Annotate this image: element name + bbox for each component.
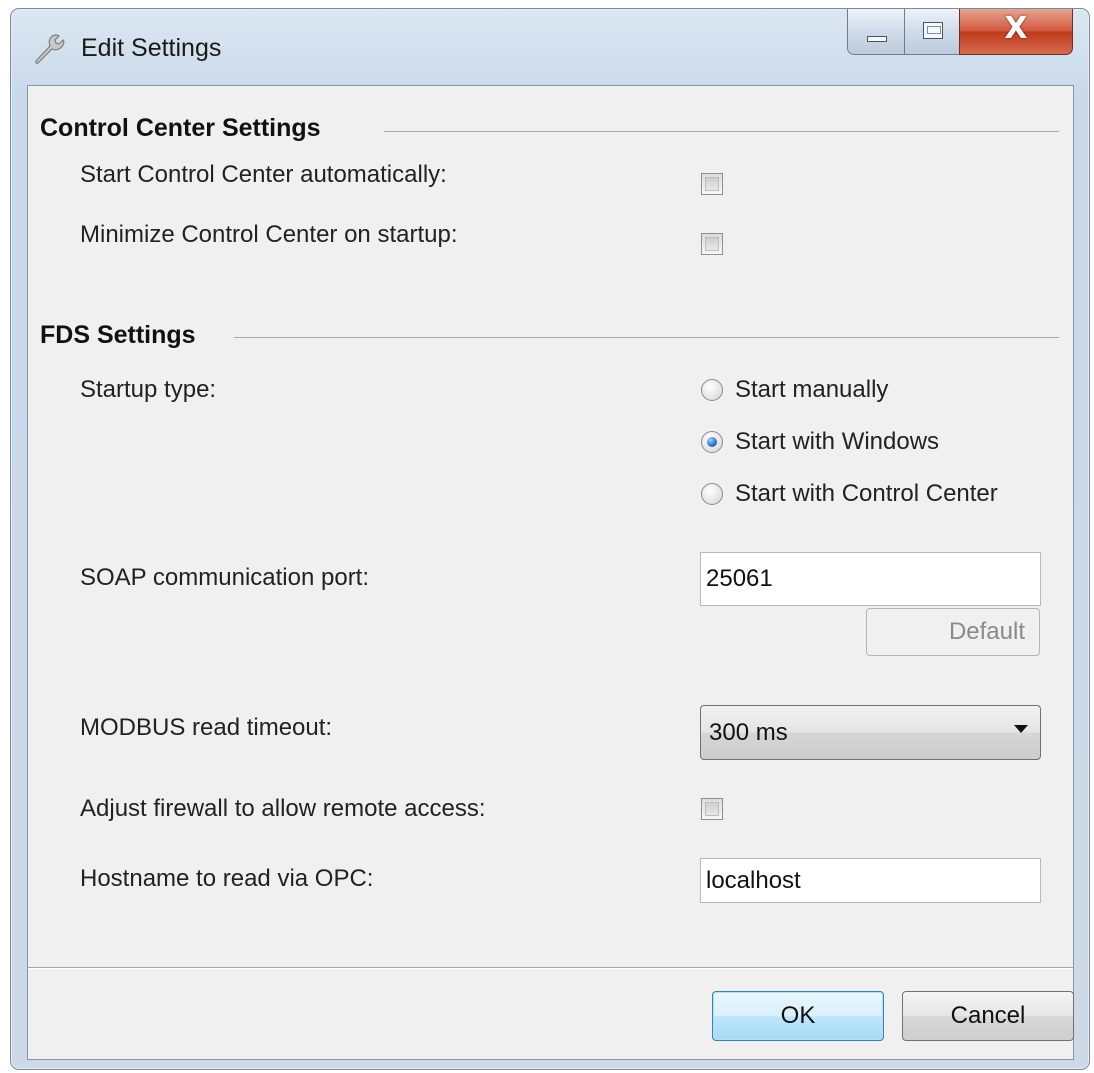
chevron-down-icon — [1014, 725, 1028, 733]
minimize-icon — [867, 36, 887, 42]
window-title: Edit Settings — [81, 34, 222, 62]
hostname-input[interactable]: localhost — [700, 858, 1041, 903]
radio-start-manually-button[interactable] — [701, 379, 723, 401]
modbus-timeout-value: 300 ms — [709, 718, 788, 746]
modbus-timeout-label: MODBUS read timeout: — [80, 714, 333, 741]
radio-start-control-center-label: Start with Control Center — [735, 480, 998, 507]
minimize-startup-label: Minimize Control Center on startup: — [80, 221, 458, 248]
modbus-timeout-select[interactable]: 300 ms — [700, 705, 1041, 760]
fds-group-line — [234, 337, 1059, 338]
ok-button[interactable]: OK — [712, 991, 884, 1041]
close-icon: X — [1004, 11, 1028, 46]
startup-type-label: Startup type: — [80, 376, 217, 403]
maximize-icon — [923, 22, 943, 39]
close-button[interactable]: X — [959, 9, 1073, 55]
edit-settings-window: Edit Settings X Control Center Settings … — [10, 8, 1090, 1070]
radio-start-control-center[interactable]: Start with Control Center — [701, 480, 998, 508]
minimize-button[interactable] — [847, 9, 905, 55]
title-bar[interactable]: Edit Settings X — [11, 9, 1089, 85]
fds-group-header: FDS Settings — [40, 321, 196, 349]
control-center-group-header: Control Center Settings — [40, 114, 321, 142]
default-button[interactable]: Default — [866, 608, 1040, 656]
radio-start-control-center-button[interactable] — [701, 483, 723, 505]
firewall-checkbox[interactable] — [701, 798, 723, 820]
soap-port-input[interactable]: 25061 — [700, 552, 1041, 606]
minimize-startup-checkbox[interactable] — [701, 233, 723, 255]
radio-start-windows[interactable]: Start with Windows — [701, 428, 939, 456]
maximize-button[interactable] — [904, 9, 960, 55]
radio-start-windows-label: Start with Windows — [735, 428, 940, 455]
dialog-body: Control Center Settings Start Control Ce… — [27, 85, 1074, 1060]
caption-buttons: X — [847, 9, 1073, 57]
cancel-button[interactable]: Cancel — [902, 991, 1074, 1041]
firewall-label: Adjust firewall to allow remote access: — [80, 795, 486, 822]
soap-port-label: SOAP communication port: — [80, 564, 370, 591]
start-auto-label: Start Control Center automatically: — [80, 161, 447, 188]
wrench-icon — [35, 34, 65, 64]
start-auto-checkbox[interactable] — [701, 173, 723, 195]
radio-start-windows-button[interactable] — [701, 431, 723, 453]
footer-separator — [28, 967, 1073, 968]
hostname-label: Hostname to read via OPC: — [80, 865, 374, 892]
control-center-group-line — [384, 131, 1059, 132]
radio-start-manually[interactable]: Start manually — [701, 376, 888, 404]
radio-start-manually-label: Start manually — [735, 376, 889, 403]
